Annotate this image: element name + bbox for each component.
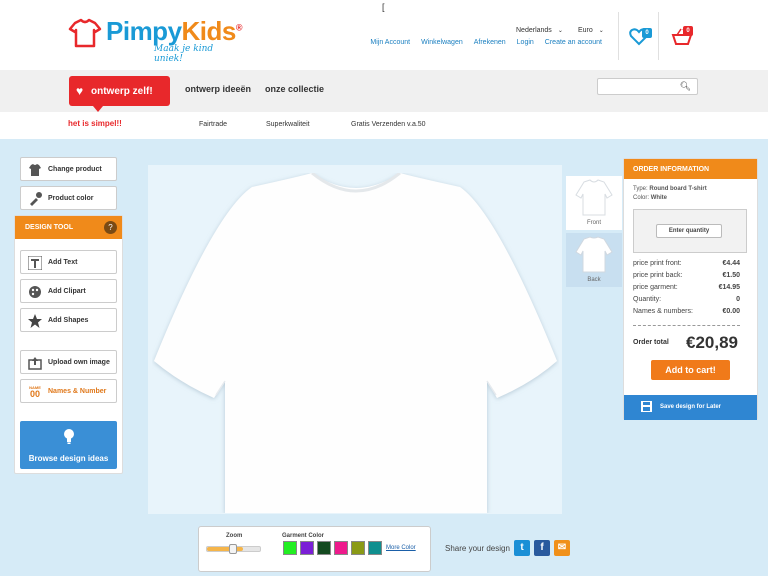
link-cart[interactable]: Winkelwagen <box>421 39 463 46</box>
text-icon <box>28 256 42 270</box>
add-shapes-button[interactable]: Add Shapes <box>20 308 117 332</box>
add-clipart-button[interactable]: Add Clipart <box>20 279 117 303</box>
language-select[interactable]: Nederlands ⌄ <box>516 27 563 34</box>
price-row: price print front: €4.44 <box>633 260 740 267</box>
site-header: PimpyKids® Maak je kind uniek! [ Nederla… <box>0 0 768 70</box>
design-yourself-button[interactable]: ♥ ontwerp zelf! <box>69 76 170 112</box>
facebook-icon[interactable]: f <box>534 540 550 556</box>
design-yourself-label: ontwerp zelf! <box>91 85 153 97</box>
color-swatch[interactable] <box>300 541 314 555</box>
order-total-value: €20,89 <box>686 333 738 352</box>
logo-tagline: Maak je kind uniek! <box>154 44 214 64</box>
order-total-label: Order total <box>633 339 669 346</box>
zoom-slider-handle[interactable] <box>229 544 237 554</box>
zoom-slider-fill <box>207 547 243 551</box>
add-text-button[interactable]: Add Text <box>20 250 117 274</box>
usp-item: Superkwaliteit <box>266 121 310 128</box>
cart-count-badge: 0 <box>683 26 693 36</box>
nav-link-collection[interactable]: onze collectie <box>265 84 324 94</box>
logo-wordmark: PimpyKids® <box>106 16 243 46</box>
star-icon <box>28 314 42 328</box>
share-label: Share your design <box>445 544 510 553</box>
price-row: price garment: €14.95 <box>633 284 740 291</box>
order-title: ORDER INFORMATION <box>624 159 757 179</box>
price-row: price print back: €1.50 <box>633 272 740 279</box>
tshirt-icon <box>29 164 41 176</box>
email-icon[interactable]: ✉ <box>554 540 570 556</box>
twitter-icon[interactable]: t <box>514 540 530 556</box>
view-front-thumb[interactable]: Front <box>566 176 622 230</box>
zoom-slider[interactable] <box>206 544 261 554</box>
chevron-down-icon: ⌄ <box>598 28 604 34</box>
currency-select[interactable]: Euro ⌄ <box>578 27 604 34</box>
search-icon[interactable]: 🔍︎ <box>680 81 691 92</box>
order-information-panel: ORDER INFORMATION Type: Round board T-sh… <box>623 158 758 420</box>
color-swatch[interactable] <box>317 541 331 555</box>
cursor-mark: [ <box>382 2 385 12</box>
link-my-account[interactable]: Mijn Account <box>370 39 410 46</box>
color-swatch[interactable] <box>368 541 382 555</box>
heart-icon: ♥ <box>76 84 84 98</box>
color-swatch[interactable] <box>351 541 365 555</box>
price-row: Names & numbers: €0.00 <box>633 308 740 315</box>
tshirt-logo-icon <box>68 18 102 48</box>
logo[interactable]: PimpyKids® Maak je kind uniek! <box>68 14 243 64</box>
link-checkout[interactable]: Afrekenen <box>474 39 506 46</box>
search-input[interactable]: 🔍︎ <box>597 78 698 95</box>
add-to-cart-button[interactable]: Add to cart! <box>651 360 730 380</box>
color-swatch[interactable] <box>283 541 297 555</box>
canvas-controls: Zoom Garment Color More Color <box>198 526 431 572</box>
divider <box>658 12 659 60</box>
nav-link-design-ideas[interactable]: ontwerp ideeën <box>185 84 251 94</box>
save-design-button[interactable]: Save design for Later <box>624 395 757 420</box>
tshirt-front-image <box>154 173 557 513</box>
divider <box>618 12 619 60</box>
names-numbers-icon: NAME 00 <box>29 385 41 399</box>
upload-image-button[interactable]: Upload own image <box>20 350 117 374</box>
tshirt-thumb-icon <box>575 236 613 273</box>
product-color: Color: White <box>633 195 668 201</box>
upload-icon <box>28 357 42 370</box>
names-number-button[interactable]: NAME 00 Names & Number <box>20 379 117 403</box>
view-back-thumb[interactable]: Back <box>566 233 622 287</box>
divider <box>633 325 740 326</box>
color-swatch[interactable] <box>334 541 348 555</box>
help-icon[interactable]: ? <box>104 221 117 234</box>
product-color-button[interactable]: Product color <box>20 186 117 210</box>
zoom-label: Zoom <box>226 533 243 539</box>
account-links: Mijn Account Winkelwagen Afrekenen Login… <box>370 39 602 46</box>
chevron-down-icon: ⌄ <box>557 28 563 34</box>
more-color-link[interactable]: More Color <box>386 545 416 551</box>
usp-item: Fairtrade <box>199 121 228 128</box>
palette-icon <box>29 286 41 298</box>
lightbulb-icon <box>64 429 74 444</box>
floppy-disk-icon <box>641 401 652 412</box>
color-dropper-icon <box>30 192 42 206</box>
product-type: Type: Round board T-shirt <box>633 186 707 192</box>
link-create-account[interactable]: Create an account <box>545 39 602 46</box>
link-login[interactable]: Login <box>517 39 534 46</box>
enter-quantity-button[interactable]: Enter quantity <box>656 224 722 238</box>
usp-item: Gratis Verzenden v.a.50 <box>351 121 426 128</box>
change-product-button[interactable]: Change product <box>20 157 117 181</box>
wishlist-count-badge: 0 <box>642 28 652 38</box>
garment-color-label: Garment Color <box>282 533 325 539</box>
price-row: Quantity: 0 <box>633 296 740 303</box>
slogan: het is simpel!! <box>68 119 122 128</box>
tshirt-thumb-icon <box>575 179 613 216</box>
